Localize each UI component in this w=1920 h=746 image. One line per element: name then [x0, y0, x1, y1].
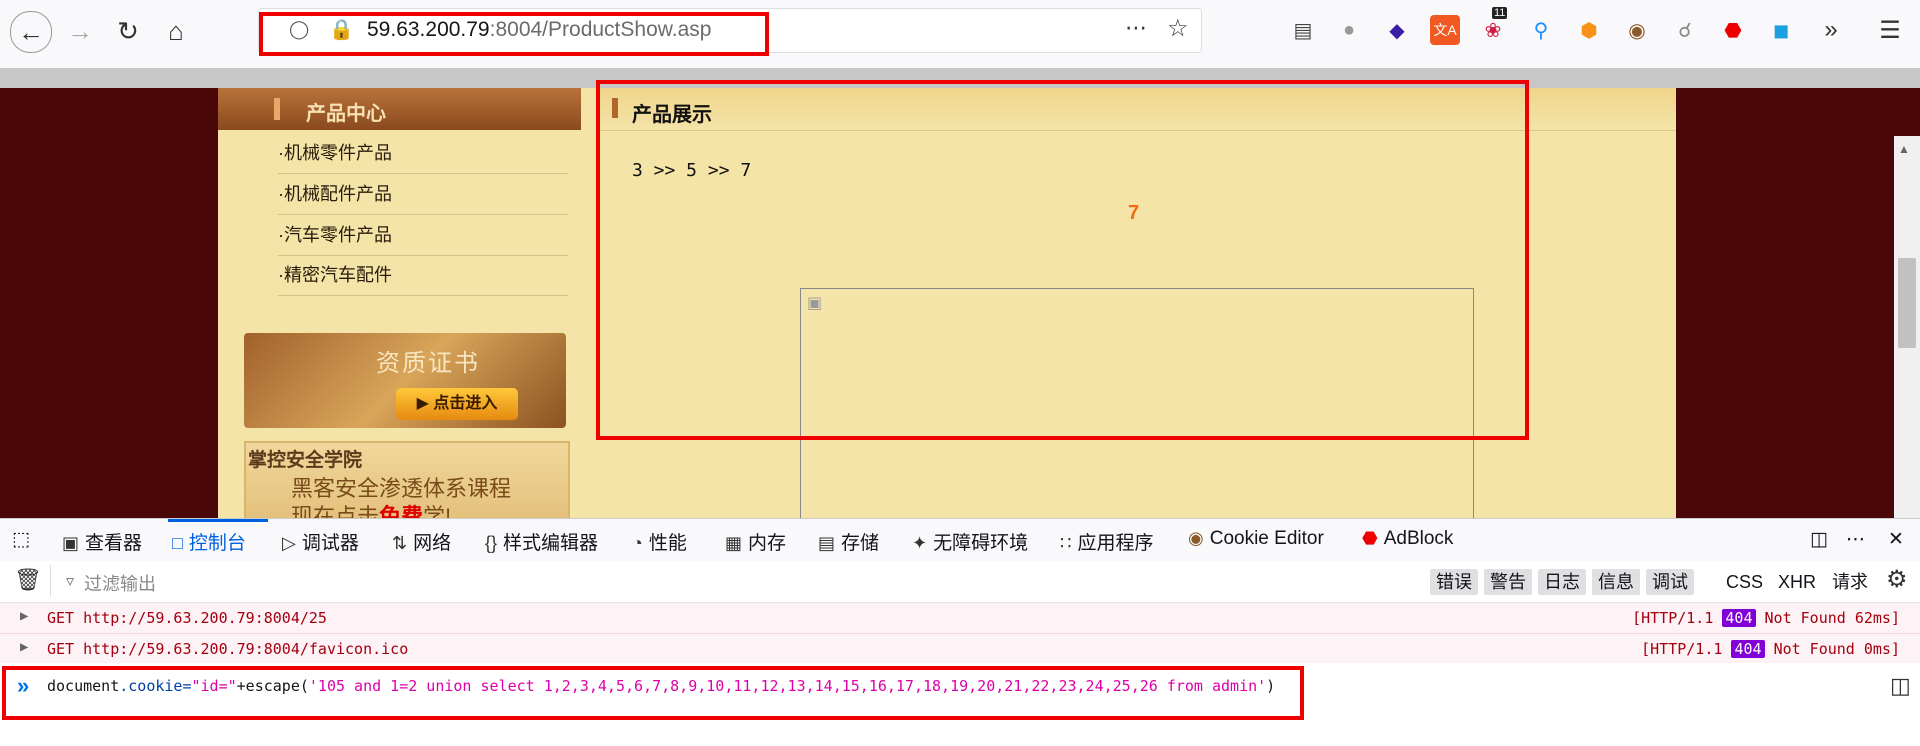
status-badge: 404: [1731, 640, 1765, 658]
devtools-tabbar: ⬚ ▣ 查看器 □ 控制台 ▷ 调试器 ⇅ 网络 {} 样式编辑器 ◔ 性能 ▦ 内存 ▤ 存储…: [0, 518, 1920, 562]
more-options-icon[interactable]: ⋯: [1846, 528, 1865, 551]
status-badge: 404: [1722, 609, 1756, 627]
network-icon: ⇅: [392, 533, 408, 553]
expand-arrow-icon[interactable]: ▶: [20, 639, 28, 655]
accessibility-icon: ✦: [912, 533, 928, 553]
tab-memory[interactable]: ▦ 内存: [725, 528, 786, 555]
tab-application[interactable]: ∷ 应用程序: [1060, 528, 1153, 555]
sidebar-header: 产品中心: [218, 88, 581, 130]
forward-button[interactable]: →: [60, 11, 100, 51]
style-editor-icon: {}: [485, 533, 498, 553]
scroll-thumb[interactable]: [1898, 258, 1916, 348]
bookmark-star-icon[interactable]: ☆: [1167, 14, 1189, 43]
certificate-banner[interactable]: 资质证书 ▶ 点击进入: [244, 333, 566, 428]
filter-logs-button[interactable]: 日志: [1538, 569, 1586, 595]
back-button[interactable]: ←: [10, 11, 52, 53]
filter-requests-button[interactable]: 请求: [1832, 569, 1868, 595]
sidebar-icon[interactable]: ▤: [1288, 15, 1318, 45]
home-button[interactable]: ⌂: [156, 11, 196, 51]
filter-info-button[interactable]: 信息: [1592, 569, 1640, 595]
sidebar-item-precision-car-parts[interactable]: ·精密汽车配件: [278, 255, 568, 296]
page-actions-icon[interactable]: ⋯: [1125, 15, 1147, 41]
console-filter-bar: 🗑 ▿ 过滤输出 错误 警告 日志 信息 调试 CSS XHR 请求 ⚙: [0, 561, 1920, 603]
cookie-extension-icon[interactable]: ◉: [1622, 15, 1652, 45]
filter-icon: ▿: [66, 573, 75, 590]
blue-extension-icon[interactable]: ◼: [1766, 15, 1796, 45]
highlight-box-command: [2, 666, 1304, 720]
highlight-box-url: [259, 12, 769, 56]
webpage: 产品中心 ·机械零件产品 ·机械配件产品 ·汽车零件产品 ·精密汽车配件 资质证…: [0, 68, 1920, 518]
circle-extension-icon[interactable]: ●: [1334, 15, 1364, 45]
tab-performance[interactable]: ◔ 性能: [632, 528, 687, 555]
filter-errors-button[interactable]: 错误: [1430, 569, 1478, 595]
expand-arrow-icon[interactable]: ▶: [20, 608, 28, 624]
log-row[interactable]: ▶ GET http://59.63.200.79:8004/25 [HTTP/…: [0, 603, 1920, 634]
sidebar-item-machine-accessories[interactable]: ·机械配件产品: [278, 174, 568, 215]
tab-inspector[interactable]: ▣ 查看器: [62, 528, 142, 555]
network-extension-icon[interactable]: ☌: [1670, 15, 1700, 45]
pin-extension-icon[interactable]: ⚲: [1526, 15, 1556, 45]
academy-banner-cta: 现在点击免费学!: [291, 504, 452, 518]
academy-banner-title: 掌控安全学院: [248, 450, 363, 471]
scroll-up-icon[interactable]: ▲: [1898, 142, 1910, 156]
reload-button[interactable]: ↻: [108, 11, 148, 51]
tab-cookie-editor[interactable]: ◉ Cookie Editor: [1188, 528, 1324, 550]
play-icon: ▶: [416, 395, 434, 412]
filter-input[interactable]: 过滤输出: [84, 570, 156, 596]
adblock-icon[interactable]: ⬣: [1718, 15, 1748, 45]
layers-extension-icon[interactable]: ◆: [1382, 15, 1412, 45]
log-row[interactable]: ▶ GET http://59.63.200.79:8004/favicon.i…: [0, 634, 1920, 665]
tab-adblock[interactable]: ⬣ AdBlock: [1362, 528, 1453, 550]
memory-icon: ▦: [725, 533, 743, 553]
log-url[interactable]: http://59.63.200.79:8004/favicon.ico: [83, 640, 408, 658]
active-tab-indicator: [168, 519, 268, 522]
tab-storage[interactable]: ▤ 存储: [818, 528, 879, 555]
sidebar-header-marker: [274, 98, 280, 120]
console-icon: □: [172, 533, 183, 553]
log-url[interactable]: http://59.63.200.79:8004/25: [83, 609, 327, 627]
notifications-extension-icon[interactable]: ❀ 11: [1478, 7, 1508, 45]
performance-icon: ◔: [632, 533, 643, 553]
highlight-box-content: [596, 80, 1529, 440]
editor-mode-icon[interactable]: ◫: [1890, 673, 1911, 699]
forward-arrow-icon: →: [67, 15, 93, 46]
trash-icon[interactable]: 🗑: [14, 567, 42, 593]
filter-debug-button[interactable]: 调试: [1646, 569, 1694, 595]
academy-banner[interactable]: 掌控安全学院 黑客安全渗透体系课程 现在点击免费学!: [244, 441, 570, 518]
back-arrow-icon: ←: [18, 16, 44, 47]
notification-badge: 11: [1492, 7, 1508, 19]
certificate-banner-title: 资质证书: [376, 350, 480, 377]
dock-icon[interactable]: ◫: [1810, 528, 1828, 551]
debugger-icon: ▷: [282, 533, 296, 553]
overflow-chevron-icon[interactable]: »: [1816, 15, 1846, 45]
sidebar-item-machine-parts[interactable]: ·机械零件产品: [278, 133, 568, 174]
tab-debugger[interactable]: ▷ 调试器: [282, 528, 359, 555]
close-devtools-icon[interactable]: ✕: [1888, 528, 1904, 551]
tab-network[interactable]: ⇅ 网络: [392, 528, 451, 555]
settings-gear-icon[interactable]: ⚙: [1886, 565, 1908, 594]
inspector-icon: ▣: [62, 533, 80, 553]
filter-css-button[interactable]: CSS: [1726, 569, 1763, 595]
element-picker-icon[interactable]: ⬚: [12, 528, 30, 551]
enter-button[interactable]: ▶ 点击进入: [396, 388, 518, 420]
filter-warnings-button[interactable]: 警告: [1484, 569, 1532, 595]
tab-style-editor[interactable]: {} 样式编辑器: [485, 528, 598, 555]
page-scrollbar[interactable]: ▲ ▼: [1894, 136, 1920, 518]
divider: [50, 565, 51, 597]
cookie-icon: ◉: [1188, 528, 1204, 548]
translate-extension-icon[interactable]: 文A: [1430, 15, 1460, 45]
filter-xhr-button[interactable]: XHR: [1778, 569, 1816, 595]
adblock-tab-icon: ⬣: [1362, 528, 1378, 548]
storage-icon: ▤: [818, 533, 836, 553]
sidebar-title: 产品中心: [306, 103, 386, 125]
reload-icon: ↻: [117, 15, 139, 46]
home-icon: ⌂: [168, 15, 184, 46]
tab-console[interactable]: □ 控制台: [172, 528, 246, 555]
hex-extension-icon[interactable]: ⬢: [1574, 15, 1604, 45]
sidebar-item-car-parts[interactable]: ·汽车零件产品: [278, 215, 568, 256]
menu-icon[interactable]: ☰: [1875, 15, 1905, 45]
tab-accessibility[interactable]: ✦ 无障碍环境: [912, 528, 1028, 555]
application-icon: ∷: [1060, 533, 1072, 553]
